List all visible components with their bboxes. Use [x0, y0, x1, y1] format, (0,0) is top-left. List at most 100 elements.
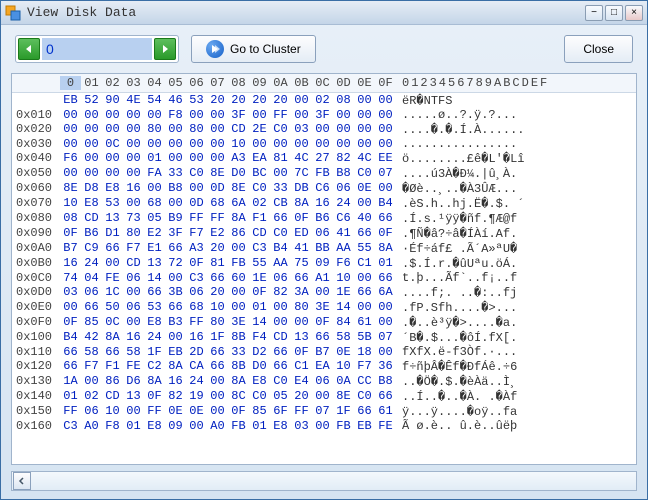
byte-col-header: 0: [60, 76, 81, 90]
offset-cell: 0x0C0: [12, 271, 60, 285]
bytes-cell: 0FB6D180E23FF7E286CDC0ED0641660F: [60, 226, 396, 241]
bytes-cell: 0F850C00E8B3FF803E1400000F846100: [60, 315, 396, 330]
goto-icon: [206, 40, 224, 58]
ascii-header: 0123456789ABCDEF: [396, 74, 620, 92]
ascii-cell: ..Í..�..�À. .�Àf: [396, 389, 636, 404]
hex-row[interactable]: 0x05000000000FA33C08ED0BC007CFBB8C007...…: [12, 166, 636, 181]
hex-body[interactable]: EB52904E544653202020200002080000ëR�NTFS0…: [12, 93, 636, 464]
hex-row[interactable]: 0x1400102CD130F8219008CC00520008EC066..Í…: [12, 389, 636, 404]
hex-row[interactable]: 0x0E00066500653666810000100803E140000.fP…: [12, 300, 636, 315]
offset-cell: 0x160: [12, 419, 60, 433]
prev-cluster-button[interactable]: [18, 38, 40, 60]
offset-cell: 0x030: [12, 137, 60, 151]
ascii-cell: t.þ...Ãf`..f¡..f: [396, 271, 636, 285]
hex-row[interactable]: 0x0100000000000F800003F00FF003F000000...…: [12, 108, 636, 122]
ascii-cell: ö........£ê�L'�Lî: [396, 151, 636, 166]
byte-col-header: 0E: [354, 76, 375, 90]
window-title: View Disk Data: [27, 5, 585, 20]
bytes-cell: FF061000FF0E0E000F856FFF071F6661: [60, 404, 396, 419]
bytes-cell: 665866581FEB2D6633D2660FB70E1800: [60, 345, 396, 359]
offset-cell: 0x130: [12, 374, 60, 389]
goto-cluster-button[interactable]: Go to Cluster: [191, 35, 316, 63]
ascii-cell: .èS.h..hj.Ë�.$. ´: [396, 196, 636, 211]
offset-cell: 0x090: [12, 226, 60, 241]
hex-row[interactable]: 0x150FF061000FF0E0E000F856FFF071F6661ÿ..…: [12, 404, 636, 419]
bytes-cell: 7404FE061400C366601E0666A1100066: [60, 271, 396, 285]
bytes-cell: 1A0086D68A1624008AE8C0E4060ACCB8: [60, 374, 396, 389]
chevron-left-icon: [18, 477, 26, 485]
offset-cell: 0x080: [12, 211, 60, 226]
hex-row[interactable]: EB52904E544653202020200002080000ëR�NTFS: [12, 93, 636, 108]
bytes-cell: EB52904E544653202020200002080000: [60, 93, 396, 108]
cluster-nav: [15, 35, 179, 63]
scroll-left-button[interactable]: [13, 472, 31, 490]
hex-row[interactable]: 0x07010E8530068000D686A02CB8A162400B4.èS…: [12, 196, 636, 211]
ascii-cell: ................: [396, 137, 636, 151]
byte-col-header: 07: [207, 76, 228, 90]
hex-row[interactable]: 0x0200000000080008000CD2EC00300000000...…: [12, 122, 636, 137]
app-window: View Disk Data − □ × Go to Cluster Close: [0, 0, 648, 500]
bytes-cell: 0066500653666810000100803E140000: [60, 300, 396, 315]
hex-row[interactable]: 0x0C07404FE061400C366601E0666A1100066t.þ…: [12, 271, 636, 285]
offset-cell: 0x140: [12, 389, 60, 404]
byte-col-header: 08: [228, 76, 249, 90]
horizontal-scrollbar[interactable]: [11, 471, 637, 491]
hex-row[interactable]: 0x12066F7F1FEC28ACA668BD066C1EA10F736f÷ñ…: [12, 359, 636, 374]
byte-col-header: 09: [249, 76, 270, 90]
offset-cell: 0x0D0: [12, 285, 60, 300]
cluster-input[interactable]: [42, 38, 152, 60]
bytes-cell: 10E8530068000D686A02CB8A162400B4: [60, 196, 396, 211]
maximize-button[interactable]: □: [605, 5, 623, 21]
bytes-cell: 00000C00000000001000000000000000: [60, 137, 396, 151]
titlebar: View Disk Data − □ ×: [1, 1, 647, 25]
ascii-cell: .$.Í.r.�ûUªu.öÁ.: [396, 256, 636, 271]
hex-row[interactable]: 0x0F00F850C00E8B3FF803E1400000F846100.�.…: [12, 315, 636, 330]
hex-row[interactable]: 0x1301A0086D68A1624008AE8C0E4060ACCB8..�…: [12, 374, 636, 389]
arrow-right-icon: [160, 44, 170, 54]
offset-cell: 0x150: [12, 404, 60, 419]
ascii-cell: .....ø..?.ÿ.?...: [396, 108, 636, 122]
ascii-cell: ·Éf÷áf£ .Ã´A»ªU�: [396, 241, 636, 256]
ascii-cell: ....�.�.Í.À......: [396, 122, 636, 137]
hex-row[interactable]: 0x0608ED8E81600B8000D8EC033DBC6060E00�Øè…: [12, 181, 636, 196]
hex-row[interactable]: 0x0900FB6D180E23FF7E286CDC0ED0641660F.¶Ñ…: [12, 226, 636, 241]
hex-row[interactable]: 0x08008CD137305B9FFFF8AF1660FB6C64066.Í.…: [12, 211, 636, 226]
bytes-cell: 08CD137305B9FFFF8AF1660FB6C64066: [60, 211, 396, 226]
hex-row[interactable]: 0x0D003061C00663B0620000F823A001E666A...…: [12, 285, 636, 300]
byte-col-header: 0D: [333, 76, 354, 90]
offset-cell: 0x020: [12, 122, 60, 137]
minimize-button[interactable]: −: [585, 5, 603, 21]
hex-row[interactable]: 0x0A0B7C966F7E166A32000C3B441BBAA558A·Éf…: [12, 241, 636, 256]
close-button[interactable]: Close: [564, 35, 633, 63]
ascii-cell: ....f;. ..�:..fj: [396, 285, 636, 300]
ascii-cell: fXfX.ë-f3Òf.·...: [396, 345, 636, 359]
offset-cell: 0x0E0: [12, 300, 60, 315]
ascii-cell: f÷ñþÂ�Êf�ÐfÁê.÷6: [396, 359, 636, 374]
bytes-cell: 0102CD130F8219008CC00520008EC066: [60, 389, 396, 404]
app-icon: [5, 5, 21, 21]
offset-cell: 0x0B0: [12, 256, 60, 271]
hex-row[interactable]: 0x100B4428A162400161F8BF4CD1366585B07´B�…: [12, 330, 636, 345]
byte-col-header: 02: [102, 76, 123, 90]
bytes-cell: 162400CD13720F81FB55AA7509F6C101: [60, 256, 396, 271]
hex-row[interactable]: 0x0B0162400CD13720F81FB55AA7509F6C101.$.…: [12, 256, 636, 271]
ascii-cell: .¶Ñ�â?÷â�ÍÀí.Af.: [396, 226, 636, 241]
ascii-cell: ´B�.$...�ôÍ.fX[.: [396, 330, 636, 345]
offset-cell: 0x100: [12, 330, 60, 345]
offset-cell: 0x110: [12, 345, 60, 359]
next-cluster-button[interactable]: [154, 38, 176, 60]
byte-col-header: 0A: [270, 76, 291, 90]
window-buttons: − □ ×: [585, 5, 643, 21]
bytes-cell: B4428A162400161F8BF4CD1366585B07: [60, 330, 396, 345]
hex-row[interactable]: 0x110665866581FEB2D6633D2660FB70E1800fXf…: [12, 345, 636, 359]
byte-column-headers: 00102030405060708090A0B0C0D0E0F: [60, 74, 396, 92]
offset-header: [12, 74, 60, 92]
hex-header: 00102030405060708090A0B0C0D0E0F 01234567…: [12, 74, 636, 93]
hex-row[interactable]: 0x03000000C00000000001000000000000000...…: [12, 137, 636, 151]
hex-row[interactable]: 0x040F600000001000000A3EA814C27824CEEö..…: [12, 151, 636, 166]
offset-cell: 0x120: [12, 359, 60, 374]
offset-cell: 0x0A0: [12, 241, 60, 256]
hex-row[interactable]: 0x160C3A0F801E80900A0FB01E80300FBEBFEÃ ø…: [12, 419, 636, 433]
close-window-button[interactable]: ×: [625, 5, 643, 21]
ascii-cell: .fP.Sfh....�>...: [396, 300, 636, 315]
